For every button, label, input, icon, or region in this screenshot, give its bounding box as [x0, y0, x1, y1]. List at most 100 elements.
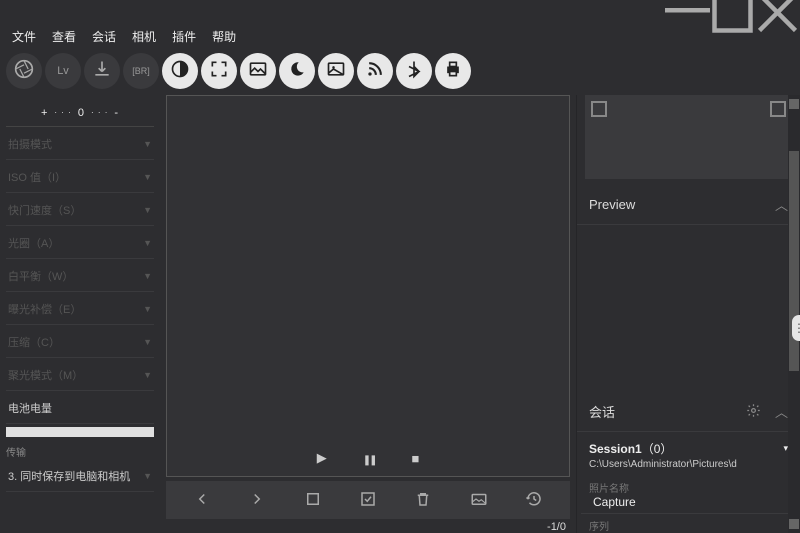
- session-name: Session1: [589, 442, 642, 456]
- print-icon: [443, 59, 463, 84]
- trash-icon: [414, 490, 432, 511]
- download-icon: [92, 59, 112, 84]
- image-icon: [248, 59, 268, 84]
- row-shoot-mode[interactable]: 拍摄模式▼: [6, 128, 154, 160]
- stop-button[interactable]: ■: [411, 451, 419, 466]
- battery-bar: [6, 427, 154, 437]
- panel-handle[interactable]: ⋮: [792, 315, 800, 341]
- chevron-down-icon: ▼: [143, 471, 152, 481]
- chevron-down-icon: ▼: [143, 172, 152, 182]
- sequence-label: 序列: [577, 514, 800, 533]
- rss-icon: [365, 59, 385, 84]
- left-panel: + · · · 0 · · · - 拍摄模式▼ ISO 值（I）▼ 快门速度（S…: [0, 95, 160, 533]
- minimize-button[interactable]: [665, 0, 710, 25]
- ev-zero: 0: [78, 107, 85, 119]
- fullscreen-button[interactable]: [201, 53, 237, 89]
- folder-button[interactable]: [467, 488, 491, 512]
- bracket-button[interactable]: [BR]: [123, 53, 159, 89]
- menu-camera[interactable]: 相机: [126, 26, 162, 47]
- print-button[interactable]: [435, 53, 471, 89]
- delete-button[interactable]: [411, 488, 435, 512]
- menu-session[interactable]: 会话: [86, 26, 122, 47]
- thumbnail-strip[interactable]: [585, 95, 792, 179]
- menu-view[interactable]: 查看: [46, 26, 82, 47]
- photo-name-label: 照片名称: [577, 476, 800, 495]
- ev-scale[interactable]: + · · · 0 · · · -: [6, 99, 154, 127]
- row-ev[interactable]: 曝光补偿（E）▼: [6, 293, 154, 325]
- row-compress[interactable]: 压缩（C）▼: [6, 326, 154, 358]
- preview-body: [577, 225, 800, 392]
- row-focus[interactable]: 聚光模式（M）▼: [6, 359, 154, 391]
- scroll-down-icon[interactable]: [789, 519, 799, 529]
- session-title: 会话: [589, 402, 615, 421]
- rss-button[interactable]: [357, 53, 393, 89]
- right-panel: Preview ︿ 会话 ︿ Session1（0） ▾ C:\Users\Ad…: [576, 95, 800, 533]
- contrast-icon: [170, 59, 190, 84]
- gear-icon[interactable]: [746, 403, 761, 421]
- session-count: （0）: [642, 442, 673, 456]
- transfer-label: 传输: [6, 444, 154, 459]
- chevron-down-icon: ▼: [143, 304, 152, 314]
- ev-plus: +: [41, 107, 48, 119]
- liveview-button[interactable]: Lv: [45, 53, 81, 89]
- select-button[interactable]: [301, 488, 325, 512]
- aperture-icon: [14, 59, 34, 84]
- image-viewport[interactable]: ▶ ❚❚ ■: [166, 95, 570, 477]
- thumb-placeholder-icon: [591, 101, 607, 117]
- preview-title: Preview: [589, 197, 635, 212]
- stop-icon: ■: [411, 451, 419, 466]
- menu-file[interactable]: 文件: [6, 26, 42, 47]
- gallery-icon: [326, 59, 346, 84]
- dots-icon: ⋮: [793, 321, 800, 335]
- chevron-down-icon: ▼: [143, 370, 152, 380]
- chevron-down-icon: ▼: [143, 271, 152, 281]
- back-button[interactable]: [190, 488, 214, 512]
- row-battery: 电池电量: [6, 392, 154, 424]
- history-button[interactable]: [522, 488, 546, 512]
- session-name-row[interactable]: Session1（0） ▾: [577, 432, 800, 459]
- session-header[interactable]: 会话 ︿: [577, 392, 800, 432]
- contrast-button[interactable]: [162, 53, 198, 89]
- scroll-up-icon[interactable]: [789, 99, 799, 109]
- session-path: C:\Users\Administrator\Pictures\d: [577, 459, 800, 476]
- row-aperture[interactable]: 光圈（A）▼: [6, 227, 154, 259]
- check-button[interactable]: [356, 488, 380, 512]
- pause-icon: ❚❚: [363, 455, 376, 466]
- photo-name-value[interactable]: Capture: [581, 495, 796, 514]
- play-icon: ▶: [317, 450, 327, 465]
- close-button[interactable]: [755, 0, 800, 25]
- fullscreen-icon: [209, 59, 229, 84]
- image-counter: -1/0: [160, 519, 576, 533]
- pause-button[interactable]: ❚❚: [363, 451, 376, 466]
- maximize-button[interactable]: [710, 0, 755, 25]
- chevron-down-icon: ▼: [143, 238, 152, 248]
- row-wb[interactable]: 白平衡（W）▼: [6, 260, 154, 292]
- arrow-right-icon: [248, 490, 266, 511]
- bluetooth-button[interactable]: [396, 53, 432, 89]
- row-transfer[interactable]: 3. 同时保存到电脑和相机▼: [6, 460, 154, 492]
- action-bar: [166, 481, 570, 519]
- ev-minus: -: [114, 107, 119, 119]
- menu-help[interactable]: 帮助: [206, 26, 242, 47]
- folder-image-icon: [470, 490, 488, 511]
- playback-bar: ▶ ❚❚ ■: [167, 444, 569, 472]
- gallery-button[interactable]: [318, 53, 354, 89]
- row-shutter[interactable]: 快门速度（S）▼: [6, 194, 154, 226]
- check-square-icon: [359, 490, 377, 511]
- chevron-down-icon: ▼: [143, 205, 152, 215]
- preview-header[interactable]: Preview ︿: [577, 185, 800, 225]
- chevron-down-icon: ▼: [143, 139, 152, 149]
- row-iso[interactable]: ISO 值（I）▼: [6, 161, 154, 193]
- download-button[interactable]: [84, 53, 120, 89]
- moon-icon: [287, 59, 307, 84]
- window-titlebar: [0, 0, 800, 25]
- menu-plugins[interactable]: 插件: [166, 26, 202, 47]
- night-button[interactable]: [279, 53, 315, 89]
- image-button[interactable]: [240, 53, 276, 89]
- chevron-up-icon: ︿: [775, 195, 788, 214]
- play-button[interactable]: ▶: [317, 450, 327, 466]
- chevron-up-icon: ︿: [775, 402, 788, 421]
- capture-button[interactable]: [6, 53, 42, 89]
- forward-button[interactable]: [245, 488, 269, 512]
- right-scrollbar[interactable]: [788, 95, 800, 533]
